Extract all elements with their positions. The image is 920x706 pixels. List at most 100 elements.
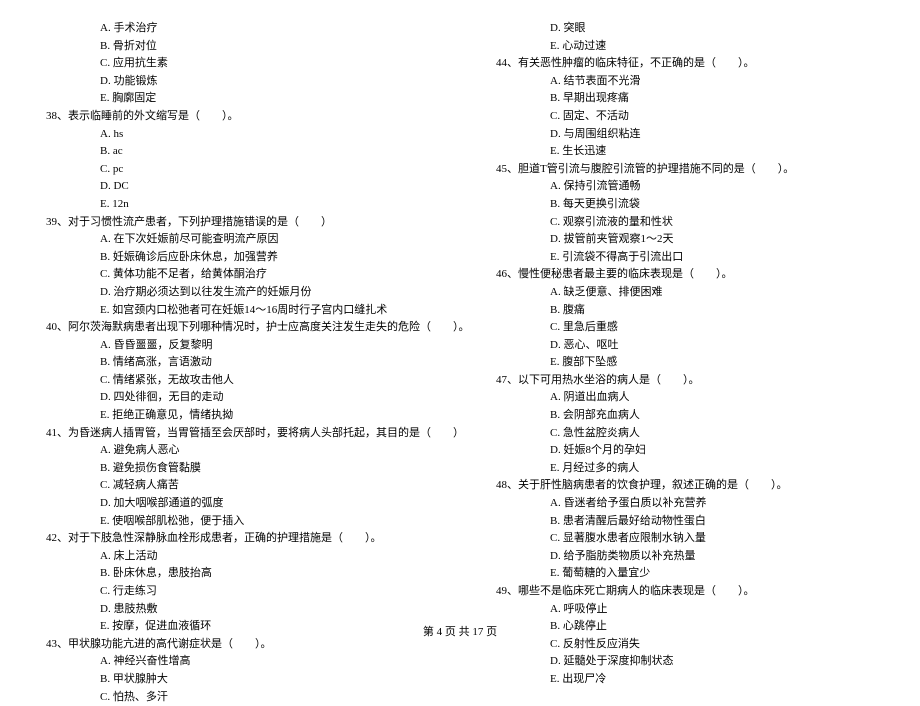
option: C. 急性盆腔炎病人	[490, 425, 880, 443]
option: E. 胸廓固定	[40, 90, 430, 108]
option: D. 拔管前夹管观察1～2天	[490, 231, 880, 249]
columns: A. 手术治疗 B. 骨折对位 C. 应用抗生素 D. 功能锻炼 E. 胸廓固定…	[40, 20, 880, 706]
option: C. 黄体功能不足者，给黄体酮治疗	[40, 266, 430, 284]
option: C. 情绪紧张，无故攻击他人	[40, 372, 430, 390]
qnum: 49、	[496, 585, 518, 597]
question-38: 38、表示临睡前的外文缩写是（ ）。	[40, 108, 430, 126]
option: A. 阴道出血病人	[490, 389, 880, 407]
qnum: 38、	[46, 110, 68, 122]
qnum: 42、	[46, 532, 68, 544]
option: B. 避免损伤食管黏膜	[40, 460, 430, 478]
qnum: 41、	[46, 427, 68, 439]
option: C. 观察引流液的量和性状	[490, 214, 880, 232]
option: A. 昏迷者给予蛋白质以补充营养	[490, 495, 880, 513]
option: A. 昏昏噩噩，反复黎明	[40, 337, 430, 355]
option: A. 床上活动	[40, 548, 430, 566]
option: E. 12n	[40, 196, 430, 214]
qnum: 40、	[46, 321, 68, 333]
option: E. 腹部下坠感	[490, 354, 880, 372]
option: E. 出现尸冷	[490, 671, 880, 689]
option: B. 骨折对位	[40, 38, 430, 56]
option: B. 卧床休息，患肢抬高	[40, 565, 430, 583]
option: C. 固定、不活动	[490, 108, 880, 126]
qstem: 慢性便秘患者最主要的临床表现是（ ）。	[518, 268, 733, 280]
option: E. 生长迅速	[490, 143, 880, 161]
option: D. DC	[40, 178, 430, 196]
question-48: 48、关于肝性脑病患者的饮食护理，叙述正确的是（ ）。	[490, 477, 880, 495]
option: E. 使咽喉部肌松弛，便于插入	[40, 513, 430, 531]
option: C. 里急后重感	[490, 319, 880, 337]
option: E. 拒绝正确意见，情绪执拗	[40, 407, 430, 425]
option: B. 情绪高涨，言语激动	[40, 354, 430, 372]
qstem: 有关恶性肿瘤的临床特征，不正确的是（ ）。	[518, 57, 755, 69]
qstem: 胆道T管引流与腹腔引流管的护理措施不同的是（ ）。	[518, 163, 794, 175]
qstem: 阿尔茨海默病患者出现下列哪种情况时，护士应高度关注发生走失的危险（ ）。	[68, 321, 470, 333]
option: C. 显著腹水患者应限制水钠入量	[490, 530, 880, 548]
option: A. 避免病人恶心	[40, 442, 430, 460]
option: C. 怕热、多汗	[40, 689, 430, 706]
option: D. 突眼	[490, 20, 880, 38]
question-47: 47、以下可用热水坐浴的病人是（ ）。	[490, 372, 880, 390]
option: A. 手术治疗	[40, 20, 430, 38]
option: C. 减轻病人痛苦	[40, 477, 430, 495]
option: E. 月经过多的病人	[490, 460, 880, 478]
option: E. 如宫颈内口松弛者可在妊娠14～16周时行子宫内口缝扎术	[40, 302, 430, 320]
option: B. 妊娠确诊后应卧床休息，加强营养	[40, 249, 430, 267]
option: B. 会阴部充血病人	[490, 407, 880, 425]
option: B. ac	[40, 143, 430, 161]
qnum: 45、	[496, 163, 518, 175]
option: E. 引流袋不得高于引流出口	[490, 249, 880, 267]
option: D. 治疗期必须达到以往发生流产的妊娠月份	[40, 284, 430, 302]
qnum: 47、	[496, 374, 518, 386]
left-column: A. 手术治疗 B. 骨折对位 C. 应用抗生素 D. 功能锻炼 E. 胸廓固定…	[40, 20, 430, 706]
option: A. 保持引流管通畅	[490, 178, 880, 196]
page-footer: 第 4 页 共 17 页	[0, 624, 920, 642]
question-45: 45、胆道T管引流与腹腔引流管的护理措施不同的是（ ）。	[490, 161, 880, 179]
right-column: D. 突眼 E. 心动过速 44、有关恶性肿瘤的临床特征，不正确的是（ ）。 A…	[490, 20, 880, 706]
option: A. 缺乏便意、排便困难	[490, 284, 880, 302]
option: B. 甲状腺肿大	[40, 671, 430, 689]
qnum: 39、	[46, 216, 68, 228]
qnum: 48、	[496, 479, 518, 491]
qstem: 关于肝性脑病患者的饮食护理，叙述正确的是（ ）。	[518, 479, 788, 491]
option: D. 延髓处于深度抑制状态	[490, 653, 880, 671]
option: B. 患者清醒后最好给动物性蛋白	[490, 513, 880, 531]
question-49: 49、哪些不是临床死亡期病人的临床表现是（ ）。	[490, 583, 880, 601]
option: D. 四处徘徊，无目的走动	[40, 389, 430, 407]
option: A. 结节表面不光滑	[490, 73, 880, 91]
qstem: 以下可用热水坐浴的病人是（ ）。	[518, 374, 700, 386]
option: B. 早期出现疼痛	[490, 90, 880, 108]
option: D. 患肢热敷	[40, 601, 430, 619]
question-39: 39、对于习惯性流产患者，下列护理措施错误的是（ ）	[40, 214, 430, 232]
option: E. 心动过速	[490, 38, 880, 56]
qnum: 44、	[496, 57, 518, 69]
option: C. 行走练习	[40, 583, 430, 601]
question-46: 46、慢性便秘患者最主要的临床表现是（ ）。	[490, 266, 880, 284]
option: D. 恶心、呕吐	[490, 337, 880, 355]
option: C. pc	[40, 161, 430, 179]
question-41: 41、为昏迷病人插胃管，当胃管插至会厌部时，要将病人头部托起，其目的是（ ）	[40, 425, 430, 443]
qnum: 46、	[496, 268, 518, 280]
page: A. 手术治疗 B. 骨折对位 C. 应用抗生素 D. 功能锻炼 E. 胸廓固定…	[0, 0, 920, 650]
option: B. 腹痛	[490, 302, 880, 320]
option: D. 加大咽喉部通道的弧度	[40, 495, 430, 513]
option: D. 给予脂肪类物质以补充热量	[490, 548, 880, 566]
question-44: 44、有关恶性肿瘤的临床特征，不正确的是（ ）。	[490, 55, 880, 73]
qstem: 对于习惯性流产患者，下列护理措施错误的是（ ）	[68, 216, 332, 228]
option: A. 呼吸停止	[490, 601, 880, 619]
question-42: 42、对于下肢急性深静脉血栓形成患者，正确的护理措施是（ ）。	[40, 530, 430, 548]
qstem: 对于下肢急性深静脉血栓形成患者，正确的护理措施是（ ）。	[68, 532, 382, 544]
option: A. 在下次妊娠前尽可能查明流产原因	[40, 231, 430, 249]
option: A. 神经兴奋性增高	[40, 653, 430, 671]
option: A. hs	[40, 126, 430, 144]
qstem: 为昏迷病人插胃管，当胃管插至会厌部时，要将病人头部托起，其目的是（ ）	[68, 427, 464, 439]
option: D. 功能锻炼	[40, 73, 430, 91]
option: B. 每天更换引流袋	[490, 196, 880, 214]
qstem: 表示临睡前的外文缩写是（ ）。	[68, 110, 239, 122]
question-40: 40、阿尔茨海默病患者出现下列哪种情况时，护士应高度关注发生走失的危险（ ）。	[40, 319, 430, 337]
option: E. 葡萄糖的入量宜少	[490, 565, 880, 583]
option: D. 与周围组织粘连	[490, 126, 880, 144]
qstem: 哪些不是临床死亡期病人的临床表现是（ ）。	[518, 585, 755, 597]
option: C. 应用抗生素	[40, 55, 430, 73]
option: D. 妊娠8个月的孕妇	[490, 442, 880, 460]
